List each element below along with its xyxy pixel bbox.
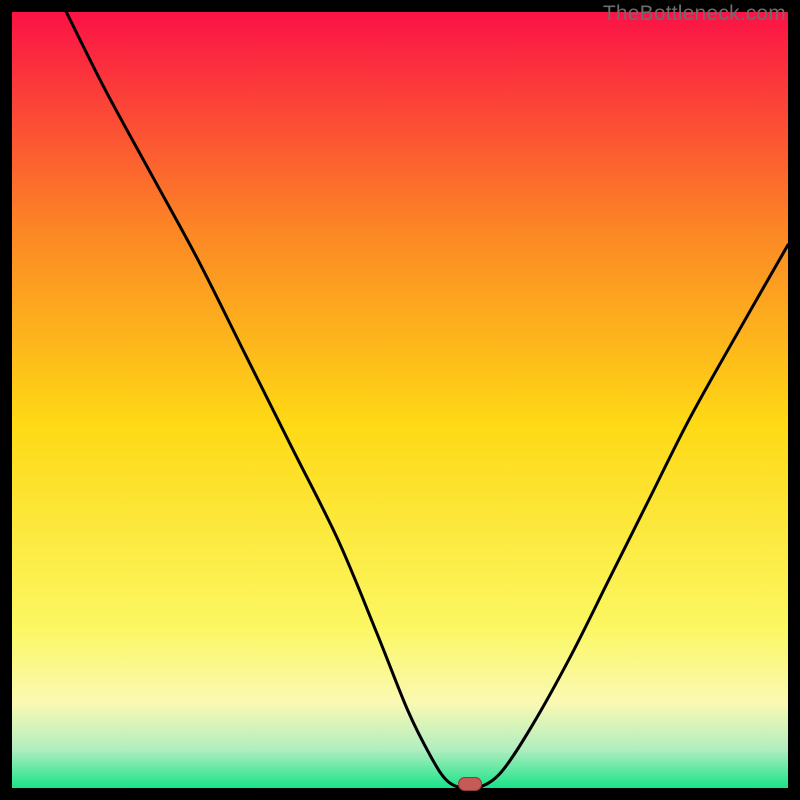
- chart-plot: [12, 12, 788, 788]
- gradient-background: [12, 12, 788, 788]
- chart-svg: [12, 12, 788, 788]
- watermark-text: TheBottleneck.com: [603, 2, 786, 26]
- optimal-marker: [458, 777, 482, 791]
